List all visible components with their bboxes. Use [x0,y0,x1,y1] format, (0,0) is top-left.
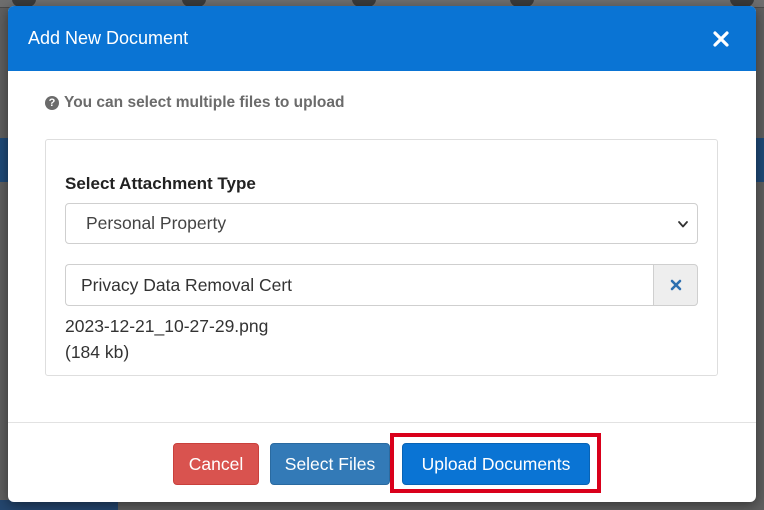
close-button[interactable] [710,28,732,50]
add-document-modal: Add New Document ? You can select multip… [8,6,756,502]
attachment-type-value: Personal Property [86,213,227,233]
upload-hint: ? You can select multiple files to uploa… [45,94,344,112]
file-size: (184 kb) [65,342,130,362]
chevron-down-icon [678,220,688,227]
close-icon [713,30,729,47]
background-header-strip [756,138,764,182]
file-name: 2023-12-21_10-27-29.png [65,316,269,336]
background-header-strip [0,138,8,182]
document-name-group [65,264,698,306]
modal-title: Add New Document [28,28,189,48]
times-icon [670,279,681,291]
attachment-panel: Select Attachment Type Personal Property… [45,139,718,376]
remove-file-button[interactable] [653,264,698,306]
question-circle-icon: ? [45,96,59,110]
attachment-type-label: Select Attachment Type [65,174,256,193]
document-name-input[interactable] [65,264,653,306]
select-files-button[interactable]: Select Files [270,443,390,485]
modal-header: Add New Document [8,6,756,71]
upload-documents-button[interactable]: Upload Documents [402,443,590,485]
attachment-type-select[interactable]: Personal Property [65,203,698,244]
cancel-button[interactable]: Cancel [173,443,259,485]
modal-body: ? You can select multiple files to uploa… [8,71,756,422]
upload-hint-text: You can select multiple files to upload [64,94,345,111]
modal-footer: Cancel Select Files Upload Documents [8,422,756,502]
